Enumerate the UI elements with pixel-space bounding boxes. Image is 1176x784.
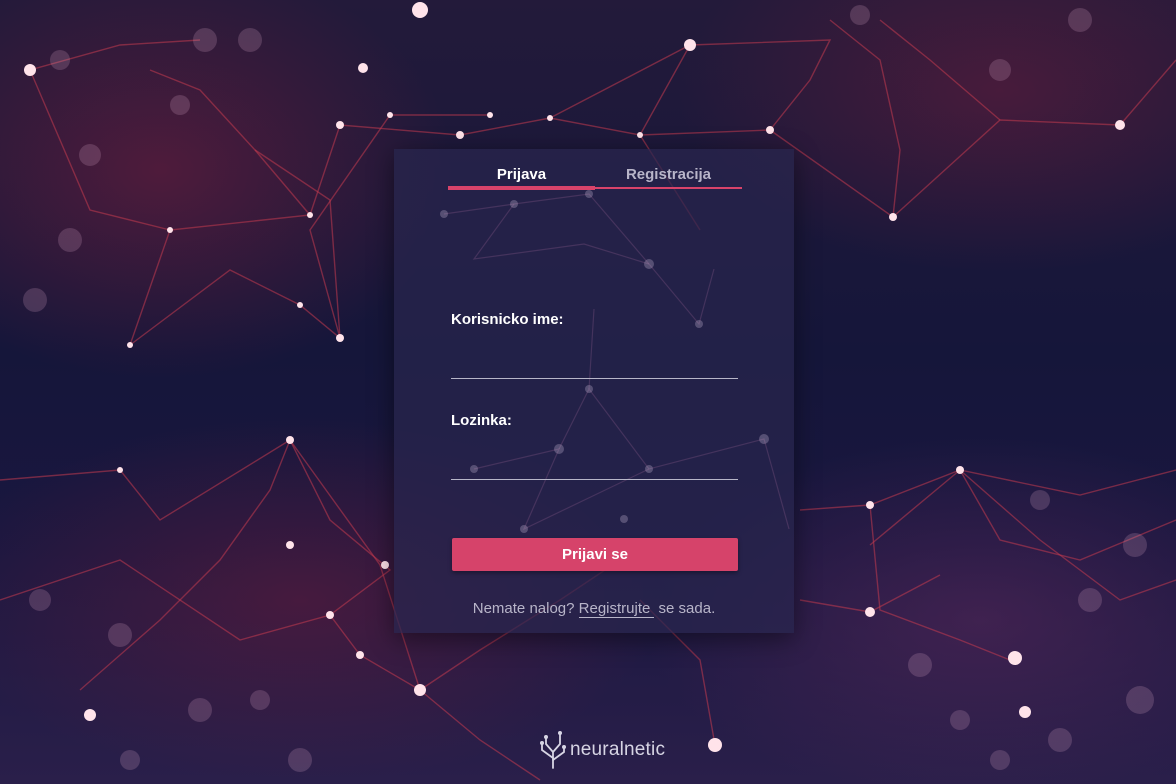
password-label: Lozinka: [451,412,512,429]
brand-name: neuralnetic [570,739,666,760]
active-tab-indicator [448,186,595,190]
register-prompt-suffix: se sada. [654,600,716,617]
login-button[interactable]: Prijavi se [452,538,738,571]
login-card: Prijava Registracija Korisnicko ime: Loz… [394,149,794,633]
neural-branch-icon [540,731,566,769]
register-prompt: Nemate nalog? Registrujte se sada. [394,600,794,618]
username-label: Korisnicko ime: [451,311,564,328]
brand-logo: neuralnetic [538,730,665,770]
password-input[interactable] [451,451,738,480]
register-link[interactable]: Registrujte [578,600,655,618]
register-prompt-prefix: Nemate nalog? [472,600,579,617]
username-input[interactable] [451,350,738,379]
